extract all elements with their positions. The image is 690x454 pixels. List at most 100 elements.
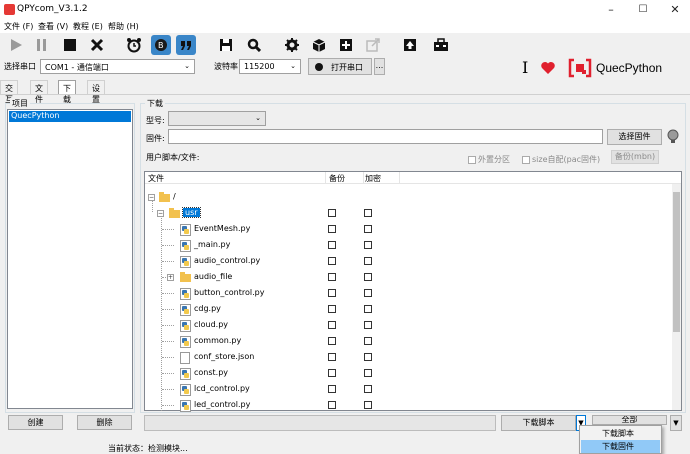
encrypt-checkbox[interactable] [364, 321, 372, 329]
close-button[interactable]: ✕ [664, 0, 686, 20]
tree-item-label[interactable]: _main.py [194, 240, 230, 249]
list-item[interactable]: QuecPython [9, 111, 131, 122]
backup-checkbox[interactable] [328, 273, 336, 281]
tab-settings[interactable]: 设置 [87, 80, 105, 104]
encrypt-checkbox[interactable] [364, 353, 372, 361]
more-button[interactable]: ... [374, 58, 385, 75]
tree-item-label[interactable]: common.py [194, 336, 241, 345]
tree-item-label[interactable]: usr [182, 207, 201, 218]
open-port-button[interactable]: 打开串口 [308, 58, 372, 75]
upload-icon[interactable] [400, 35, 420, 55]
tree-row[interactable]: + audio_file [145, 269, 675, 285]
model-select[interactable]: ⌄ [168, 111, 266, 126]
tree-item-label[interactable]: conf_store.json [194, 352, 254, 361]
backup-checkbox[interactable] [328, 241, 336, 249]
tree-row[interactable]: button_control.py [145, 285, 675, 301]
column-encrypt[interactable]: 加密 [365, 173, 381, 184]
collapse-icon[interactable]: − [148, 194, 155, 201]
project-list[interactable]: QuecPython [7, 109, 133, 409]
menu-item-download-script[interactable]: 下载脚本 [581, 427, 660, 440]
menu-tutorial[interactable]: 教程 (E) [73, 21, 103, 32]
tree-item-label[interactable]: audio_control.py [194, 256, 260, 265]
encrypt-checkbox[interactable] [364, 225, 372, 233]
tree-row[interactable]: EventMesh.py [145, 221, 675, 237]
external-partition-checkbox[interactable] [468, 156, 476, 164]
menu-help[interactable]: 帮助 (H) [108, 21, 139, 32]
encrypt-checkbox[interactable] [364, 273, 372, 281]
tree-row[interactable]: cdg.py [145, 301, 675, 317]
select-firmware-button[interactable]: 选择固件 [607, 129, 662, 145]
package-icon[interactable] [309, 35, 329, 55]
encrypt-checkbox[interactable] [364, 257, 372, 265]
tree-row[interactable]: common.py [145, 333, 675, 349]
add-icon[interactable] [336, 35, 356, 55]
tree-row[interactable]: led_control.py [145, 397, 675, 413]
tree-item-label[interactable]: button_control.py [194, 288, 264, 297]
gear-icon[interactable] [282, 35, 302, 55]
tree-row[interactable]: const.py [145, 365, 675, 381]
tree-row[interactable]: − usr [145, 205, 675, 221]
backup-checkbox[interactable] [328, 385, 336, 393]
lightbulb-icon[interactable] [666, 129, 680, 147]
run-icon[interactable] [6, 35, 26, 55]
hex-mode-icon[interactable]: B [151, 35, 171, 55]
tree-item-label[interactable]: lcd_control.py [194, 384, 250, 393]
tree-item-label[interactable]: audio_file [194, 272, 232, 281]
pause-icon[interactable] [32, 35, 52, 55]
download-script-button[interactable]: 下载脚本 [501, 415, 576, 431]
minimize-button[interactable]: – [600, 0, 622, 20]
scrollbar-thumb[interactable] [673, 192, 680, 332]
tree-item-label[interactable]: led_control.py [194, 400, 250, 409]
encrypt-checkbox[interactable] [364, 401, 372, 409]
tree-item-label[interactable]: cdg.py [194, 304, 221, 313]
column-backup[interactable]: 备份 [329, 173, 345, 184]
menu-file[interactable]: 文件 (F) [4, 21, 33, 32]
menu-item-download-firmware[interactable]: 下载固件 [581, 440, 660, 453]
encrypt-checkbox[interactable] [364, 385, 372, 393]
toolbox-icon[interactable] [431, 35, 451, 55]
backup-checkbox[interactable] [328, 353, 336, 361]
maximize-button[interactable]: ☐ [632, 0, 654, 20]
tree-row[interactable]: − / [145, 189, 675, 205]
create-button[interactable]: 创建 [8, 415, 63, 430]
external-link-icon[interactable] [363, 35, 383, 55]
backup-checkbox[interactable] [328, 305, 336, 313]
stop-icon[interactable] [60, 35, 80, 55]
save-icon[interactable] [216, 35, 236, 55]
firmware-path-field[interactable] [168, 129, 603, 144]
tree-row[interactable]: audio_control.py [145, 253, 675, 269]
file-tree[interactable]: 文件 备份 加密 − / − usr EventMesh.py _main.py audio… [144, 171, 682, 413]
backup-checkbox[interactable] [328, 257, 336, 265]
backup-checkbox[interactable] [328, 225, 336, 233]
clear-icon[interactable] [87, 35, 107, 55]
backup-checkbox[interactable] [328, 289, 336, 297]
delete-button[interactable]: 删除 [77, 415, 132, 430]
backup-checkbox[interactable] [328, 401, 336, 409]
encrypt-checkbox[interactable] [364, 369, 372, 377]
backup-mbn-button[interactable]: 备份(mbn) [611, 150, 659, 164]
backup-checkbox[interactable] [328, 369, 336, 377]
quote-icon[interactable] [176, 35, 196, 55]
encrypt-checkbox[interactable] [364, 241, 372, 249]
backup-checkbox[interactable] [328, 337, 336, 345]
tab-files[interactable]: 文件 [30, 80, 48, 104]
tree-row[interactable]: lcd_control.py [145, 381, 675, 397]
tree-item-label[interactable]: const.py [194, 368, 228, 377]
backup-checkbox[interactable] [328, 321, 336, 329]
port-select[interactable]: COM1 - 通信端口 ⌄ [40, 59, 195, 74]
encrypt-checkbox[interactable] [364, 305, 372, 313]
tree-scrollbar[interactable] [672, 184, 681, 410]
tree-item-label[interactable]: / [173, 192, 176, 201]
encrypt-checkbox[interactable] [364, 209, 372, 217]
tree-item-label[interactable]: cloud.py [194, 320, 228, 329]
search-icon[interactable] [244, 35, 264, 55]
encrypt-checkbox[interactable] [364, 337, 372, 345]
tab-download[interactable]: 下载 [58, 80, 76, 104]
size-auto-checkbox[interactable] [522, 156, 530, 164]
menu-view[interactable]: 查看 (V) [38, 21, 68, 32]
tree-row[interactable]: _main.py [145, 237, 675, 253]
alarm-clock-icon[interactable] [124, 35, 144, 55]
backup-checkbox[interactable] [328, 209, 336, 217]
tree-row[interactable]: conf_store.json [145, 349, 675, 365]
collapse-icon[interactable]: − [157, 210, 164, 217]
